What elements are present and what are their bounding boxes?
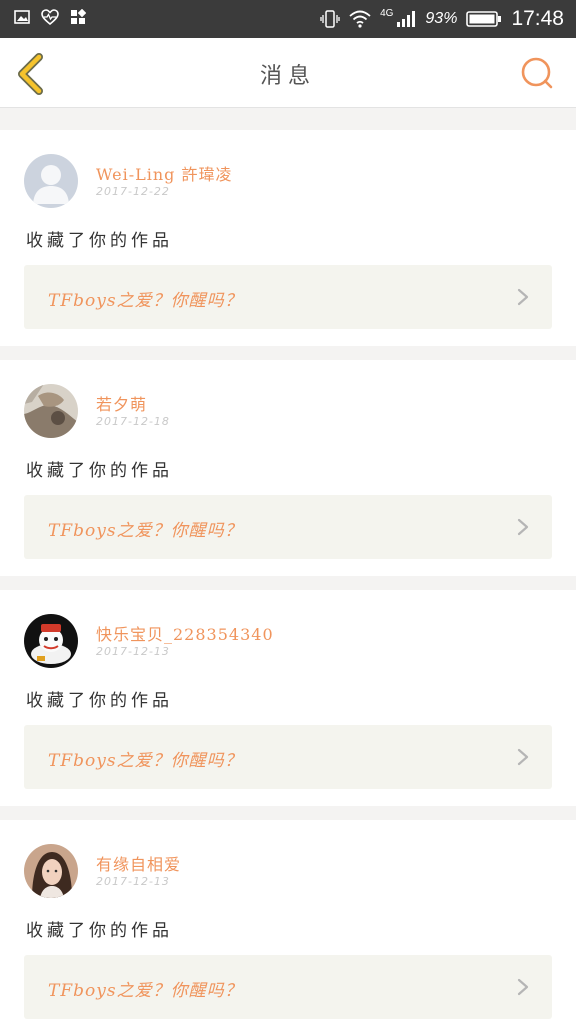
search-button[interactable] <box>520 56 554 90</box>
chevron-right-icon <box>517 288 529 306</box>
username[interactable]: 若夕萌 <box>96 391 147 415</box>
list-item: Wei-Ling 許瑋凌 2017-12-22 收藏了你的作品 TFboys之爱… <box>0 130 576 346</box>
list-item: 有缘自相爱 2017-12-13 收藏了你的作品 TFboys之爱？你醒吗？ <box>0 820 576 1024</box>
username[interactable]: 快乐宝贝_228354340 <box>96 621 274 645</box>
health-icon <box>41 9 59 25</box>
work-title: TFboys之爱？你醒吗？ <box>48 521 243 541</box>
photo-avatar-icon <box>24 384 78 438</box>
action-text: 收藏了你的作品 <box>26 691 173 711</box>
wifi-icon <box>349 10 371 28</box>
message-date: 2017-12-22 <box>96 185 170 198</box>
notification-icons <box>14 9 86 25</box>
page-title: 消息 <box>259 64 316 89</box>
battery-percent: 93% <box>425 10 458 27</box>
work-title: TFboys之爱？你醒吗？ <box>48 981 243 1001</box>
chevron-right-icon <box>517 748 529 766</box>
username[interactable]: Wei-Ling 許瑋凌 <box>96 161 233 185</box>
girl-photo-avatar-icon <box>24 844 78 898</box>
work-link[interactable]: TFboys之爱？你醒吗？ <box>24 725 552 789</box>
chevron-right-icon <box>517 978 529 996</box>
work-link[interactable]: TFboys之爱？你醒吗？ <box>24 955 552 1019</box>
system-status: 4G 93% 17:48 <box>320 0 564 38</box>
apps-icon <box>71 9 86 24</box>
action-text: 收藏了你的作品 <box>26 231 173 251</box>
action-text: 收藏了你的作品 <box>26 921 173 941</box>
network-type: 4G <box>380 7 394 19</box>
vibrate-icon <box>320 10 340 28</box>
avatar[interactable] <box>24 614 78 668</box>
work-link[interactable]: TFboys之爱？你醒吗？ <box>24 265 552 329</box>
work-link[interactable]: TFboys之爱？你醒吗？ <box>24 495 552 559</box>
avatar[interactable] <box>24 844 78 898</box>
work-title: TFboys之爱？你醒吗？ <box>48 751 243 771</box>
default-avatar-icon <box>24 154 78 208</box>
app-header: 消息 <box>0 38 576 108</box>
message-date: 2017-12-18 <box>96 415 170 428</box>
message-date: 2017-12-13 <box>96 875 170 888</box>
message-list: Wei-Ling 許瑋凌 2017-12-22 收藏了你的作品 TFboys之爱… <box>0 116 576 1024</box>
avatar[interactable] <box>24 154 78 208</box>
clock: 17:48 <box>511 7 564 30</box>
avatar[interactable] <box>24 384 78 438</box>
message-date: 2017-12-13 <box>96 645 170 658</box>
list-item: 快乐宝贝_228354340 2017-12-13 收藏了你的作品 TFboys… <box>0 590 576 806</box>
search-icon <box>521 57 553 89</box>
gallery-icon <box>14 10 30 24</box>
list-item: 若夕萌 2017-12-18 收藏了你的作品 TFboys之爱？你醒吗？ <box>0 360 576 576</box>
cartoon-avatar-icon <box>24 614 78 668</box>
action-text: 收藏了你的作品 <box>26 461 173 481</box>
chevron-right-icon <box>517 518 529 536</box>
username[interactable]: 有缘自相爱 <box>96 851 181 875</box>
status-bar: 4G 93% 17:48 <box>0 0 576 38</box>
work-title: TFboys之爱？你醒吗？ <box>48 291 243 311</box>
battery-icon <box>466 11 502 27</box>
signal-icon <box>397 11 416 27</box>
